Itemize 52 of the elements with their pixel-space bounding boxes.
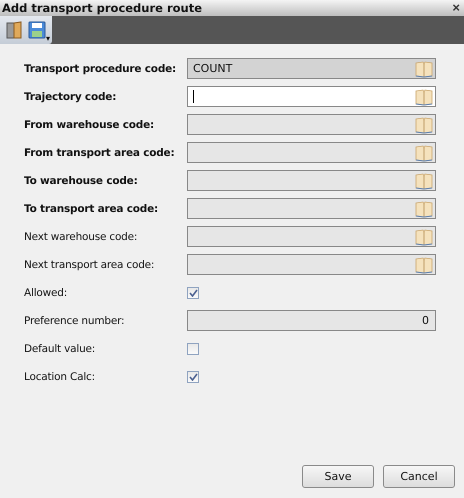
number-field[interactable]: 0 [187,310,436,331]
book-icon [414,172,434,190]
lookup-button[interactable] [413,116,435,134]
field-label: Next warehouse code: [24,230,138,242]
lookup-field[interactable] [187,198,436,219]
book-icon [414,88,434,106]
field-label: Transport procedure code: [24,62,176,74]
field-label: Preference number: [24,314,124,326]
field-label: Trajectory code: [24,90,116,102]
book-icon [414,144,434,162]
lookup-field[interactable] [187,226,436,247]
field-label: From warehouse code: [24,118,154,130]
save-button[interactable]: Save [302,465,374,488]
save-toolbar-button[interactable] [28,21,46,39]
lookup-button[interactable] [413,200,435,218]
book-icon [414,116,434,134]
lookup-field[interactable] [187,86,436,107]
check-icon [188,288,198,296]
lookup-button[interactable] [413,228,435,246]
field-label: Default value: [24,342,96,354]
field-label: From transport area code: [24,146,174,158]
field-label: To transport area code: [24,202,158,214]
checkbox[interactable] [187,342,199,354]
book-icon [414,60,434,78]
lookup-field[interactable] [187,142,436,163]
lookup-field[interactable] [187,114,436,135]
field-label: To warehouse code: [24,174,138,186]
book-icon [414,228,434,246]
toolbar-overflow-button[interactable]: ▾ [46,34,50,44]
text-cursor [193,90,194,103]
close-button[interactable]: × [452,1,460,15]
lookup-button[interactable] [413,144,435,162]
lookup-field[interactable] [187,170,436,191]
lookup-field[interactable]: COUNT [187,58,436,79]
lookup-button[interactable] [413,60,435,78]
field-label: Location Calc: [24,370,95,382]
checkbox[interactable] [187,286,199,298]
lookup-button[interactable] [413,172,435,190]
door-icon [6,21,22,39]
field-label: Allowed: [24,286,68,298]
lookup-button[interactable] [413,256,435,274]
window-title: Add transport procedure route [2,1,202,15]
lookup-button[interactable] [413,88,435,106]
lookup-field[interactable] [187,254,436,275]
check-icon [188,372,198,380]
exit-button[interactable] [6,21,22,39]
book-icon [414,200,434,218]
cancel-button[interactable]: Cancel [383,465,455,488]
field-label: Next transport area code: [24,258,154,270]
book-icon [414,256,434,274]
checkbox[interactable] [187,370,199,382]
save-icon [28,21,46,39]
